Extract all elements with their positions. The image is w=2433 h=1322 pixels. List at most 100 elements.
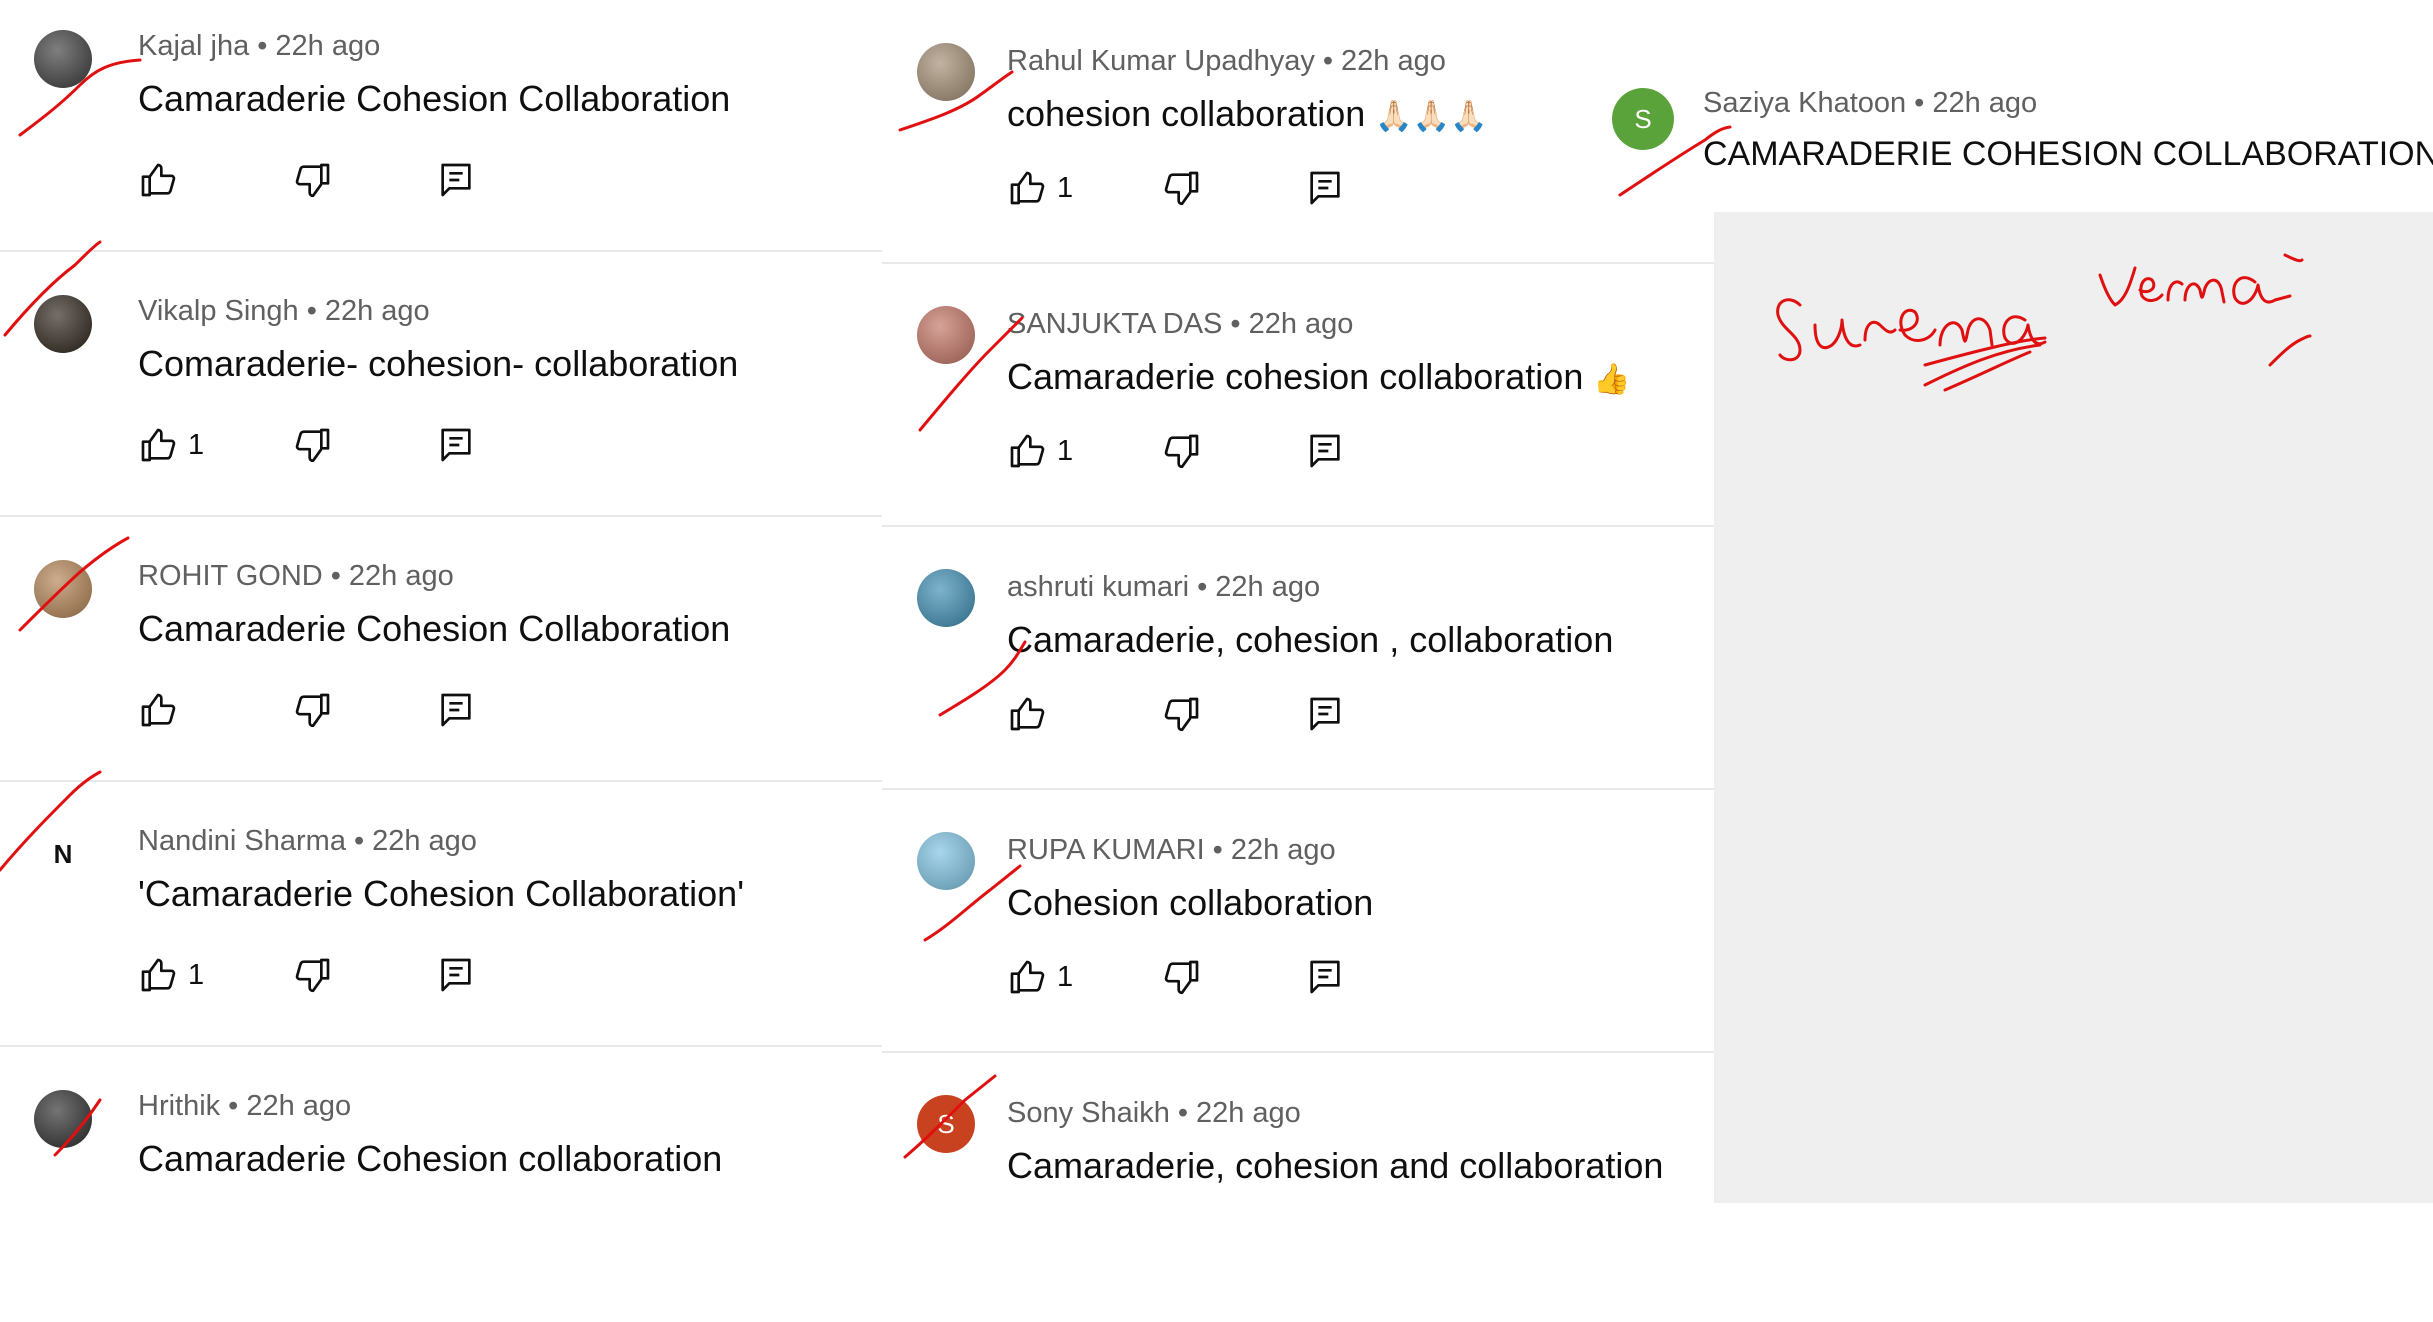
divider (882, 788, 1714, 790)
comment-age[interactable]: 22h ago (246, 1090, 351, 1122)
dislike-button[interactable] (293, 955, 333, 995)
like-button[interactable]: 1 (1007, 431, 1073, 471)
comment-body: Camaraderie Cohesion Collaboration (138, 78, 731, 119)
reply-button[interactable] (1305, 957, 1345, 997)
dislike-button[interactable] (1162, 431, 1202, 471)
comment-body: Cohesion collaboration (1007, 882, 1374, 923)
reply-button[interactable] (1305, 431, 1345, 471)
meta-separator: • (353, 825, 365, 857)
emoji: 🙏🏻🙏🏻🙏🏻 (1375, 100, 1488, 133)
avatar[interactable]: N (34, 825, 92, 883)
author-name[interactable]: Nandini Sharma (138, 825, 346, 857)
comment-age[interactable]: 22h ago (1932, 87, 2037, 119)
reply-button[interactable] (436, 160, 476, 200)
comment-age[interactable]: 22h ago (1231, 834, 1336, 866)
avatar[interactable] (34, 1090, 92, 1148)
comment-text: CAMARADERIE COHESION COLLABORATION (1703, 135, 2433, 174)
comment-text: cohesion collaboration 🙏🏻🙏🏻🙏🏻 (1007, 93, 1487, 135)
comment-meta: Rahul Kumar Upadhyay • 22h ago (1007, 45, 1446, 78)
reply-button[interactable] (436, 955, 476, 995)
dislike-button[interactable] (293, 425, 333, 465)
author-name[interactable]: ashruti kumari (1007, 571, 1189, 603)
meta-separator: • (306, 295, 317, 327)
avatar[interactable] (917, 306, 975, 364)
comment-text: Camaraderie Cohesion collaboration (138, 1138, 722, 1180)
comment-age[interactable]: 22h ago (325, 295, 430, 327)
dislike-button[interactable] (293, 160, 333, 200)
reply-button[interactable] (436, 425, 476, 465)
like-button[interactable]: 1 (1007, 168, 1073, 208)
author-name[interactable]: Kajal jha (138, 30, 249, 62)
comment-body: Camaraderie, cohesion , collaboration (1007, 619, 1614, 660)
author-name[interactable]: Sony Shaikh (1007, 1097, 1170, 1129)
dislike-button[interactable] (1162, 168, 1202, 208)
comment-age[interactable]: 22h ago (275, 30, 380, 62)
comment-meta: Saziya Khatoon • 22h ago (1703, 87, 2037, 120)
like-count: 1 (1057, 171, 1074, 204)
like-button[interactable]: 1 (1007, 957, 1073, 997)
thumb-up-icon (138, 425, 178, 465)
divider (0, 250, 882, 252)
author-name[interactable]: Rahul Kumar Upadhyay (1007, 45, 1315, 77)
meta-separator: • (1177, 1097, 1188, 1129)
comment-age[interactable]: 22h ago (372, 825, 477, 857)
reply-button[interactable] (1305, 168, 1345, 208)
comment-age[interactable]: 22h ago (1341, 45, 1446, 77)
dislike-button[interactable] (1162, 694, 1202, 734)
meta-separator: • (1197, 571, 1208, 603)
author-name[interactable]: Vikalp Singh (138, 295, 299, 327)
divider (0, 515, 882, 517)
comment-body: Camaraderie Cohesion collaboration (138, 1138, 723, 1179)
author-name[interactable]: Hrithik (138, 1090, 220, 1122)
comment-body: CAMARADERIE COHESION COLLABORATION (1703, 135, 2433, 173)
comment-item: Kajal jha • 22h ago Camaraderie Cohesion Co… (0, 0, 882, 262)
author-name[interactable]: ROHIT GOND (138, 560, 323, 592)
comment-age[interactable]: 22h ago (1249, 308, 1354, 340)
thumb-up-icon (1007, 431, 1047, 471)
avatar[interactable] (34, 560, 92, 618)
comment-meta: Kajal jha • 22h ago (138, 30, 380, 63)
comment-text: Camaraderie, cohesion , collaboration (1007, 619, 1613, 661)
avatar[interactable] (34, 295, 92, 353)
avatar[interactable]: S (917, 1095, 975, 1153)
comment-meta: SANJUKTA DAS • 22h ago (1007, 308, 1353, 341)
meta-separator: • (1914, 87, 1925, 119)
divider (882, 525, 1714, 527)
meta-separator: • (257, 30, 268, 62)
dislike-button[interactable] (293, 690, 333, 730)
comment-item: ROHIT GOND • 22h ago Camaraderie Cohesion C… (0, 530, 882, 792)
author-name[interactable]: Saziya Khatoon (1703, 87, 1906, 119)
reply-icon (436, 690, 476, 730)
thumb-down-icon (1162, 957, 1202, 997)
empty-background-area (1714, 212, 2433, 1203)
thumb-down-icon (1162, 431, 1202, 471)
thumb-up-icon (1007, 694, 1047, 734)
reply-button[interactable] (1305, 694, 1345, 734)
thumb-down-icon (1162, 694, 1202, 734)
avatar[interactable] (917, 43, 975, 101)
like-button[interactable] (1007, 694, 1047, 734)
comment-meta: ROHIT GOND • 22h ago (138, 560, 454, 593)
comment-age[interactable]: 22h ago (1215, 571, 1320, 603)
like-button[interactable] (138, 690, 178, 730)
dislike-button[interactable] (1162, 957, 1202, 997)
avatar[interactable] (917, 569, 975, 627)
author-name[interactable]: RUPA KUMARI (1007, 834, 1205, 866)
avatar[interactable] (34, 30, 92, 88)
like-button[interactable]: 1 (138, 955, 204, 995)
like-count: 1 (1057, 960, 1074, 993)
thumb-up-icon (138, 160, 178, 200)
comment-age[interactable]: 22h ago (1196, 1097, 1301, 1129)
comment-body: Comaraderie- cohesion- collaboration (138, 343, 739, 384)
like-button[interactable] (138, 160, 178, 200)
avatar-letter: N (53, 838, 73, 869)
like-count: 1 (188, 428, 205, 461)
avatar[interactable]: S (1612, 88, 1674, 150)
like-button[interactable]: 1 (138, 425, 204, 465)
avatar[interactable] (917, 832, 975, 890)
reply-icon (1305, 431, 1345, 471)
author-name[interactable]: SANJUKTA DAS (1007, 308, 1222, 340)
reply-button[interactable] (436, 690, 476, 730)
divider (0, 780, 882, 782)
comment-age[interactable]: 22h ago (349, 560, 454, 592)
